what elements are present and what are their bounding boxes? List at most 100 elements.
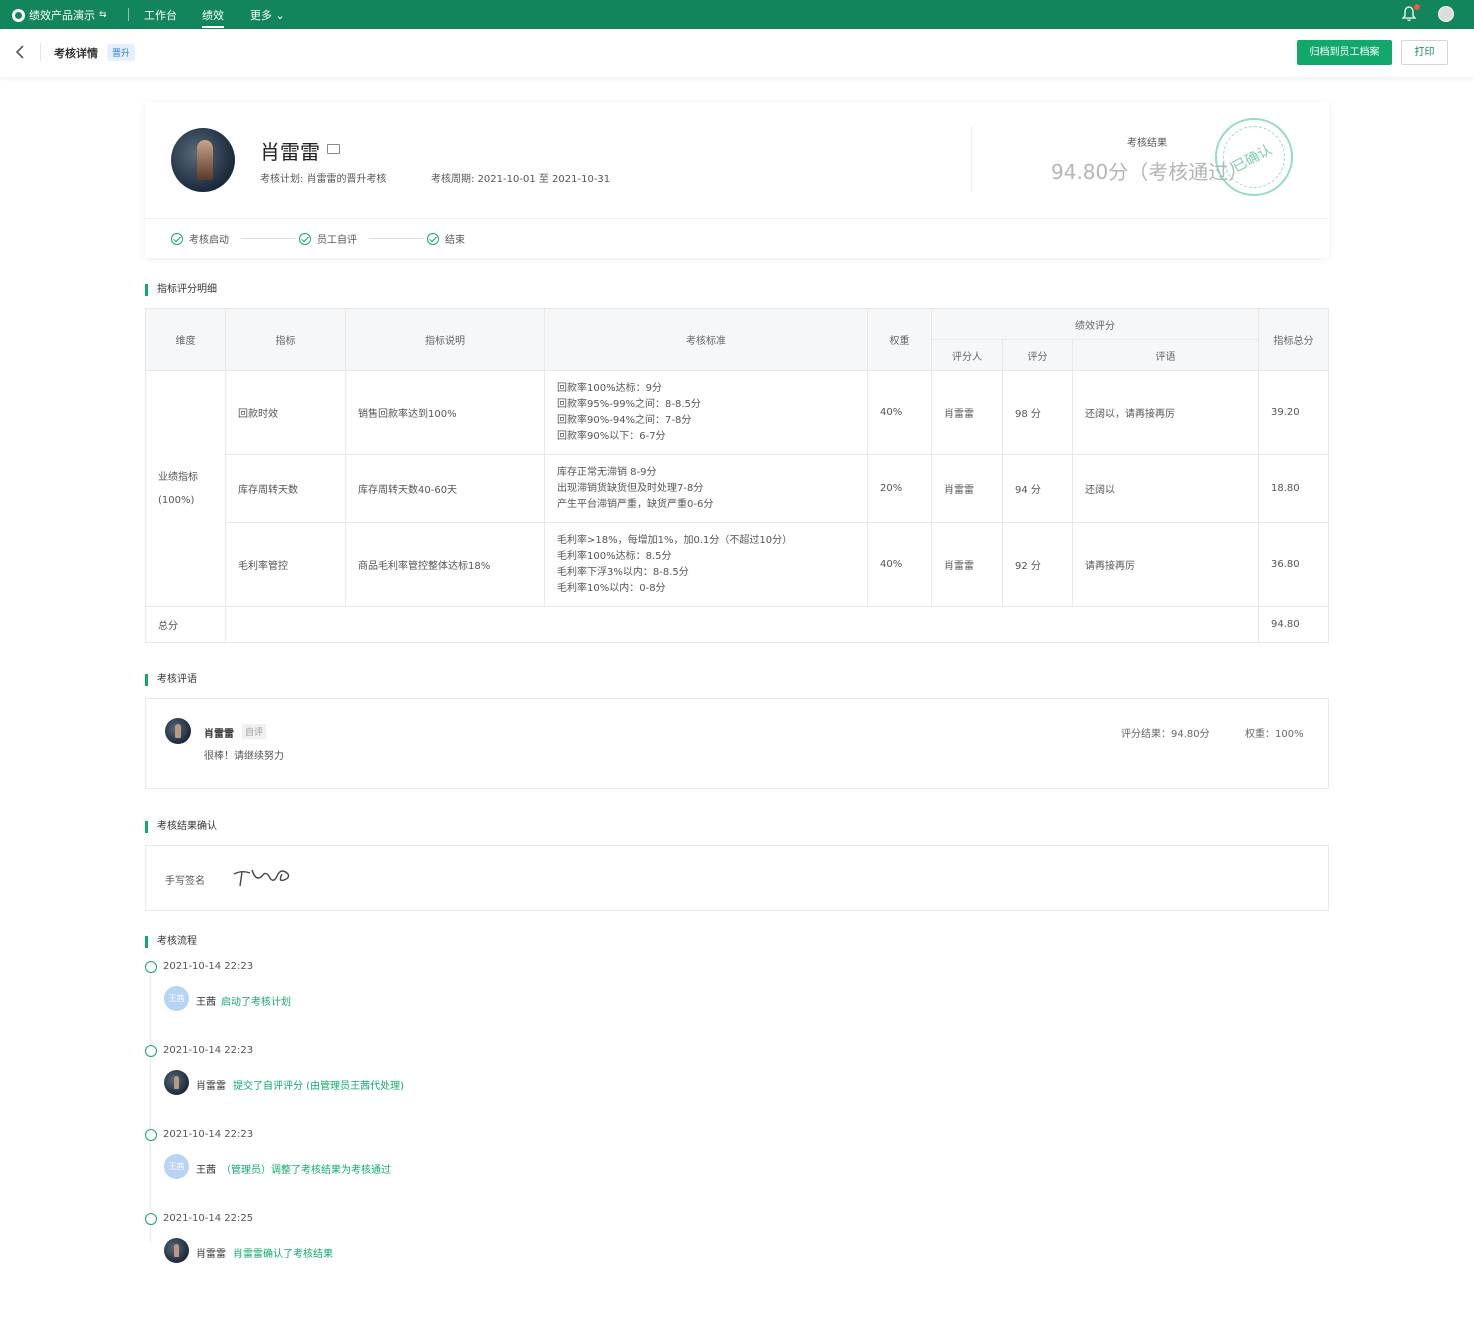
description-cell: 销售回款率达到100%: [345, 370, 545, 455]
profile-card: 肖雷雷 考核计划: 肖雷雷的晋升考核 考核周期: 2021-10-01 至 20…: [145, 102, 1329, 258]
app-logo-icon: [12, 8, 25, 22]
comment-text: 很棒！请继续努力: [204, 751, 284, 762]
archive-button[interactable]: 归档到员工档案: [1297, 40, 1392, 65]
period-value: 2021-10-01 至 2021-10-31: [477, 174, 611, 185]
timeline-dot: [145, 961, 157, 973]
dimension-weight: (100%): [158, 494, 195, 506]
criteria-line: 产生平台滞销严重，缺货严重0-6分: [557, 498, 714, 510]
section-title-comments: 考核评语: [145, 674, 197, 686]
step-start: 考核启动: [171, 231, 229, 246]
nav-performance[interactable]: 绩效: [202, 7, 224, 28]
table-row: 毛利率管控 商品毛利率管控整体达标18% 毛利率>18%，每增加1%，加0.1分…: [146, 522, 1329, 607]
criteria-line: 回款率90%以下：6-7分: [557, 430, 666, 442]
avatar: [164, 1070, 189, 1095]
header-divider: [40, 43, 41, 61]
user-avatar[interactable]: [1438, 6, 1454, 22]
nav-divider: [128, 8, 129, 21]
criteria-line: 回款率90%-94%之间：7-8分: [557, 414, 692, 426]
timeline-actor: 王茜: [196, 1165, 216, 1176]
result-label: 考核结果: [1127, 138, 1167, 149]
timeline-action: 提交了自评评分 (由管理员王茜代处理): [233, 1081, 404, 1092]
indicator-cell: 库存周转天数: [225, 454, 346, 523]
plan-label: 考核计划:: [260, 174, 304, 185]
col-criteria: 考核标准: [544, 308, 868, 371]
timeline-action: 启动了考核计划: [221, 997, 291, 1008]
card-hline: [145, 218, 1329, 219]
nav-workbench[interactable]: 工作台: [144, 7, 177, 23]
description-cell: 商品毛利率管控整体达标18%: [345, 522, 545, 607]
dimension-name: 业绩指标: [158, 471, 198, 483]
nav-more[interactable]: 更多 ⌄: [250, 7, 285, 23]
employee-avatar: [171, 128, 235, 192]
avatar: 王茜: [164, 1154, 189, 1179]
col-indicator: 指标: [225, 308, 346, 371]
col-scorer: 评分人: [931, 339, 1003, 371]
top-nav-bar: 绩效产品演示 ⇆ 工作台 绩效 更多 ⌄: [0, 0, 1474, 29]
scorer-cell: 肖雷雷: [931, 454, 1003, 523]
total-cell: 36.80: [1258, 522, 1329, 607]
table-row: 库存周转天数 库存周转天数40-60天 库存正常无滞销 8-9分 出现滞销货缺货…: [146, 454, 1329, 523]
score-cell: 92 分: [1002, 522, 1073, 607]
back-arrow-icon[interactable]: [14, 44, 28, 60]
nav-more-label: 更多: [250, 9, 272, 22]
timeline-action: 肖雷雷确认了考核结果: [233, 1249, 333, 1260]
weight-cell: 20%: [867, 454, 932, 523]
criteria-line: 回款率100%达标：9分: [557, 382, 662, 394]
total-cell: 39.20: [1258, 370, 1329, 455]
app-name: 绩效产品演示: [29, 9, 95, 22]
col-weight: 权重: [867, 308, 932, 371]
scorer-cell: 肖雷雷: [931, 522, 1003, 607]
description-cell: 库存周转天数40-60天: [345, 454, 545, 523]
criteria-cell: 库存正常无滞销 8-9分 出现滞销货缺货但及时处理7-8分 产生平台滞销严重，缺…: [544, 454, 868, 523]
signature-card: 手写签名: [145, 845, 1329, 911]
check-circle-icon: [171, 232, 183, 245]
score-table: 维度 指标 指标说明 考核标准 权重 绩效评分 指标总分 评分人 评分 评语 业…: [145, 308, 1329, 643]
timeline-actor: 肖雷雷: [196, 1081, 226, 1092]
criteria-cell: 毛利率>18%，每增加1%，加0.1分（不超过10分） 毛利率100%达标：8.…: [544, 522, 868, 607]
step-label: 考核启动: [189, 235, 229, 246]
scorer-cell: 肖雷雷: [931, 370, 1003, 455]
score-cell: 98 分: [1002, 370, 1073, 455]
app-switcher[interactable]: 绩效产品演示 ⇆: [12, 7, 107, 23]
check-circle-icon: [427, 232, 439, 245]
criteria-line: 出现滞销货缺货但及时处理7-8分: [557, 482, 704, 494]
employee-name: 肖雷雷: [260, 140, 320, 164]
indicator-cell: 毛利率管控: [225, 522, 346, 607]
step-connector: [241, 238, 295, 239]
section-title-score: 指标评分明细: [145, 284, 217, 296]
type-badge: 晋升: [107, 44, 136, 61]
sum-row: 总分 94.80: [145, 606, 1329, 643]
avatar: [165, 718, 191, 744]
plan-info: 考核计划: 肖雷雷的晋升考核: [260, 170, 387, 185]
switch-icon[interactable]: ⇆: [99, 10, 107, 20]
col-dimension: 维度: [145, 308, 226, 371]
timeline-time: 2021-10-14 22:23: [163, 1129, 254, 1140]
comment-card: 肖雷雷 自评 很棒！请继续努力 评分结果：94.80分 权重：100%: [145, 698, 1329, 789]
commenter-name: 肖雷雷: [204, 729, 234, 740]
period-info: 考核周期: 2021-10-01 至 2021-10-31: [431, 170, 610, 185]
weight-cell: 40%: [867, 370, 932, 455]
criteria-line: 毛利率10%以内：0-8分: [557, 582, 666, 594]
timeline-dot: [145, 1045, 157, 1057]
timeline-actor: 肖雷雷: [196, 1249, 226, 1260]
criteria-line: 库存正常无滞销 8-9分: [557, 466, 657, 478]
page-title: 考核详情: [54, 47, 98, 60]
criteria-line: 毛利率下浮3%以内：8-8.5分: [557, 566, 689, 578]
profile-card-icon[interactable]: [327, 144, 340, 154]
signature-label: 手写签名: [165, 876, 205, 887]
sum-label: 总分: [145, 606, 226, 643]
comment-result: 评分结果：94.80分: [1121, 729, 1210, 740]
chevron-down-icon: ⌄: [275, 9, 285, 22]
total-cell: 18.80: [1258, 454, 1329, 523]
remark-cell: 请再接再厉: [1072, 522, 1259, 607]
col-perf-score: 绩效评分: [931, 308, 1259, 340]
dimension-cell: 业绩指标 (100%): [145, 370, 226, 607]
step-label: 员工自评: [317, 235, 357, 246]
section-title-confirm: 考核结果确认: [145, 821, 217, 833]
sum-empty: [225, 606, 1259, 643]
step-end: 结束: [427, 231, 465, 246]
page-header: 考核详情 晋升 归档到员工档案 打印: [0, 29, 1474, 77]
remark-cell: 还阔以，请再接再厉: [1072, 370, 1259, 455]
step-self-review: 员工自评: [299, 231, 357, 246]
print-button[interactable]: 打印: [1401, 40, 1448, 65]
